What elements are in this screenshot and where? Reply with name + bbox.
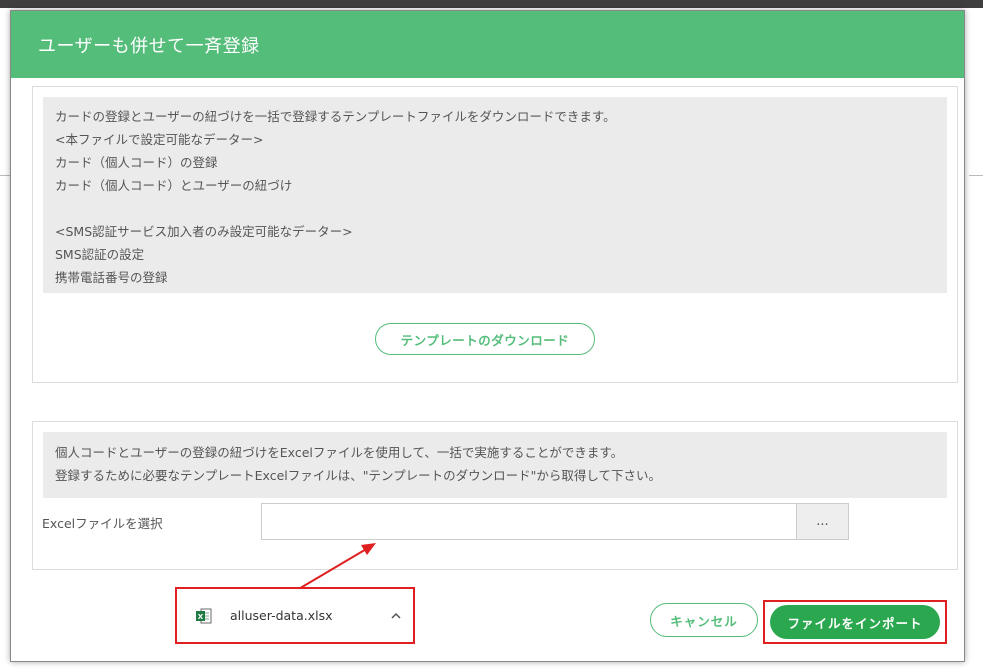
browse-file-button[interactable]: ...	[797, 503, 849, 540]
info-line: 携帯電話番号の登録	[55, 270, 168, 285]
downloaded-file-name: alluser-data.xlsx	[230, 608, 333, 623]
bulk-register-modal: ユーザーも併せて一斉登録 カードの登録とユーザーの紐づけを一括で登録するテンプレ…	[10, 10, 965, 662]
excel-file-icon: X	[196, 608, 212, 624]
info-line: <SMS認証サービス加入者のみ設定可能なデーター>	[55, 224, 353, 239]
svg-text:X: X	[198, 613, 204, 621]
excel-file-label: Excelファイルを選択	[42, 516, 163, 531]
import-highlight-frame: ファイルをインポート	[763, 600, 947, 644]
import-info-box: 個人コードとユーザーの登録の紐づけをExcelファイルを使用して、一括で実施する…	[43, 432, 947, 498]
info-line: カード（個人コード）の登録	[55, 155, 218, 170]
info-line: <本ファイルで設定可能なデーター>	[55, 132, 264, 147]
excel-file-input[interactable]	[261, 503, 797, 540]
info-line: 個人コードとユーザーの登録の紐づけをExcelファイルを使用して、一括で実施する…	[55, 445, 624, 460]
template-info-box: カードの登録とユーザーの紐づけを一括で登録するテンプレートファイルをダウンロード…	[43, 97, 947, 293]
backdrop-strip-right	[969, 175, 983, 206]
info-line: カード（個人コード）とユーザーの紐づけ	[55, 178, 293, 193]
info-line: 登録するために必要なテンプレートExcelファイルは、"テンプレートのダウンロー…	[55, 468, 661, 483]
template-section: カードの登録とユーザーの紐づけを一括で登録するテンプレートファイルをダウンロード…	[32, 86, 958, 383]
template-download-button[interactable]: テンプレートのダウンロード	[375, 323, 595, 355]
modal-header: ユーザーも併せて一斉登録	[11, 11, 964, 78]
cancel-button[interactable]: キャンセル	[650, 603, 758, 637]
import-section: 個人コードとユーザーの登録の紐づけをExcelファイルを使用して、一括で実施する…	[32, 421, 958, 570]
backdrop-top-bar	[0, 0, 983, 8]
info-line-blank	[55, 197, 935, 220]
browser-download-chip[interactable]: X alluser-data.xlsx	[175, 587, 415, 644]
modal-title: ユーザーも併せて一斉登録	[38, 35, 260, 57]
info-line: SMS認証の設定	[55, 247, 145, 262]
chevron-up-icon[interactable]	[389, 609, 403, 623]
import-file-button[interactable]: ファイルをインポート	[770, 605, 940, 639]
info-line: カードの登録とユーザーの紐づけを一括で登録するテンプレートファイルをダウンロード…	[55, 109, 616, 124]
